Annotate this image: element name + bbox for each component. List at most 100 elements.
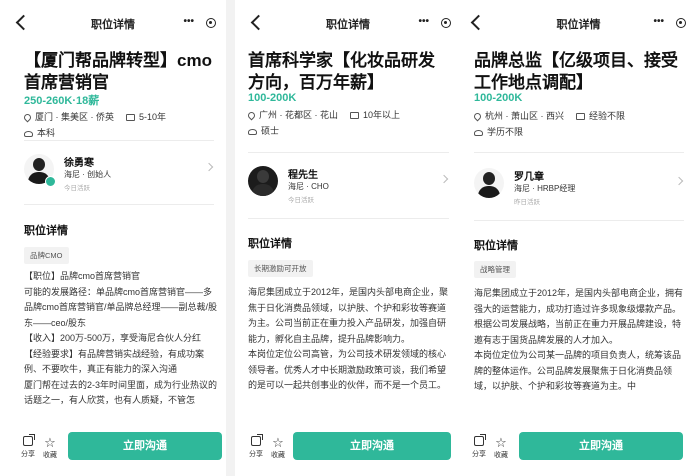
share-label: 分享 [472,451,486,458]
job-panel-2: 职位详情 ••• 首席科学家【化妆品研发方向，百万年薪】 100-200K 广州… [235,0,461,476]
favorite-label: 收藏 [43,452,57,459]
avatar [474,168,504,198]
close-target-icon[interactable] [206,18,216,28]
section-title: 职位详情 [248,238,292,250]
more-icon[interactable]: ••• [183,16,194,28]
avatar [248,166,278,196]
close-target-icon[interactable] [676,18,686,28]
recruiter-role: 海尼 · 创始人 [64,170,112,179]
share-icon [474,434,486,446]
chevron-right-icon [204,162,214,172]
recruiter-card[interactable]: 罗几章 海尼 · HRBP经理 昨日活跃 [474,166,686,206]
star-icon: ☆ [272,435,284,450]
salary: 250-260K·18薪 [24,95,100,107]
recruiter-role: 海尼 · HRBP经理 [514,184,576,193]
job-title: 品牌总监【亿级项目、接受工作地点调配】 [474,51,678,92]
description-paragraph: 海尼集团成立于2012年，是国内头部电商企业，拥有强大的运营能力，成功打造过许多… [474,288,684,345]
job-tag: 长期激励可开放 [248,260,313,277]
bottom-bar: 分享 ☆ 收藏 立即沟通 [461,424,696,476]
job-description: 【职位】品牌cmo首席营销官 可能的发展路径：单品牌cmo首席营销官——多品牌c… [24,269,218,409]
job-title: 【厦门帮品牌转型】cmo首席营销官 [24,51,212,92]
description-paragraph: 厦门帮在过去的2-3年时间里面，成为行业热议的话题之一，有人欣赏，也有人质疑，不… [24,379,218,406]
location: 厦门 · 集美区 · 侨英 [35,112,114,122]
recruiter-card[interactable]: 徐勇寒 海尼 · 创始人 今日活跃 [24,152,216,192]
salary: 100-200K [248,92,297,104]
job-tag: 品牌CMO [24,247,69,264]
section-title: 职位详情 [474,240,518,252]
chevron-right-icon [439,174,449,184]
education: 硕士 [261,126,280,136]
description-paragraph: 本岗位定位为公司某一品牌的项目负责人，统筹该品牌的整体运作。公司品牌发展聚焦于日… [474,350,682,391]
close-target-icon[interactable] [441,18,451,28]
chat-now-button[interactable]: 立即沟通 [519,432,683,460]
recruiter-active: 今日活跃 [288,197,314,204]
description-paragraph: 本岗位定位公司高管，为公司技术研发领域的核心领导者。优秀人才中长期激励政策可谈，… [248,349,447,390]
divider [24,140,214,141]
location-icon [246,110,257,121]
education-icon [24,130,33,137]
briefcase-icon [126,114,135,121]
share-button[interactable]: 分享 [18,434,38,459]
experience: 10年以上 [363,110,401,120]
favorite-button[interactable]: ☆ 收藏 [491,436,511,460]
online-status-icon [45,176,56,187]
recruiter-active: 今日活跃 [64,185,90,192]
recruiter-role: 海尼 · CHO [288,182,329,191]
favorite-label: 收藏 [271,452,285,459]
bottom-bar: 分享 ☆ 收藏 立即沟通 [235,424,461,476]
description-paragraph: 【职位】品牌cmo首席营销官 [24,271,141,281]
favorite-button[interactable]: ☆ 收藏 [268,436,288,460]
job-description: 海尼集团成立于2012年，是国内头部电商企业，拥有强大的运营能力，成功打造过许多… [474,286,688,395]
job-meta: 广州 · 花都区 · 花山 10年以上 硕士 [246,108,453,140]
job-panel-3: 职位详情 ••• 品牌总监【亿级项目、接受工作地点调配】 100-200K 杭州… [461,0,696,476]
education: 学历不限 [487,127,524,137]
divider [248,152,449,153]
job-description: 海尼集团成立于2012年，是国内头部电商企业，聚焦于日化消费品领域，以护肤、个护… [248,285,453,394]
chat-now-button[interactable]: 立即沟通 [293,432,451,460]
recruiter-card[interactable]: 程先生 海尼 · CHO 今日活跃 [248,164,451,204]
description-paragraph: 【收入】200万-500万，享受海尼合伙人分红 [24,333,202,343]
share-button[interactable]: 分享 [246,434,266,459]
chat-now-button[interactable]: 立即沟通 [68,432,222,460]
recruiter-name: 罗几章 [514,172,544,183]
share-label: 分享 [21,451,35,458]
job-meta: 杭州 · 萧山区 · 西兴 经验不限学历不限 [472,109,688,141]
description-paragraph: 可能的发展路径：单品牌cmo首席营销官——多品牌cmo首席营销官/单品牌总经理—… [24,286,218,328]
job-meta: 厦门 · 集美区 · 侨英 5-10年本科 [22,110,218,142]
recruiter-name: 程先生 [288,170,318,181]
chevron-right-icon [674,176,684,186]
nav-bar: 职位详情 ••• [0,8,226,36]
briefcase-icon [576,113,585,120]
education-icon [248,128,257,135]
experience: 5-10年 [139,112,167,122]
nav-bar: 职位详情 ••• [461,8,696,36]
nav-bar: 职位详情 ••• [235,8,461,36]
description-paragraph: 海尼集团成立于2012年，是国内头部电商企业，聚焦于日化消费品领域，以护肤、个护… [248,287,449,344]
more-icon[interactable]: ••• [653,16,664,28]
education-icon [474,129,483,136]
recruiter-name: 徐勇寒 [64,158,94,169]
share-icon [23,434,35,446]
job-tag: 战略管理 [474,261,516,278]
divider [474,220,684,221]
favorite-label: 收藏 [494,452,508,459]
more-icon[interactable]: ••• [418,16,429,28]
panel-gap [226,0,235,476]
description-paragraph: 【经验要求】有品牌营销实战经验，有成功案例、不要吹牛，真正有能力的深入沟通 [24,348,205,375]
favorite-button[interactable]: ☆ 收藏 [40,436,60,460]
share-label: 分享 [249,451,263,458]
location: 杭州 · 萧山区 · 西兴 [485,111,564,121]
location-icon [472,111,483,122]
experience: 经验不限 [589,111,626,121]
share-button[interactable]: 分享 [469,434,489,459]
section-title: 职位详情 [24,225,68,237]
salary: 100-200K [474,92,523,104]
location-icon [22,112,33,123]
education: 本科 [37,128,56,138]
job-panel-1: 职位详情 ••• 【厦门帮品牌转型】cmo首席营销官 250-260K·18薪 … [0,0,226,476]
divider [474,152,684,153]
star-icon: ☆ [44,435,56,450]
briefcase-icon [350,112,359,119]
divider [24,204,214,205]
recruiter-active: 昨日活跃 [514,199,540,206]
